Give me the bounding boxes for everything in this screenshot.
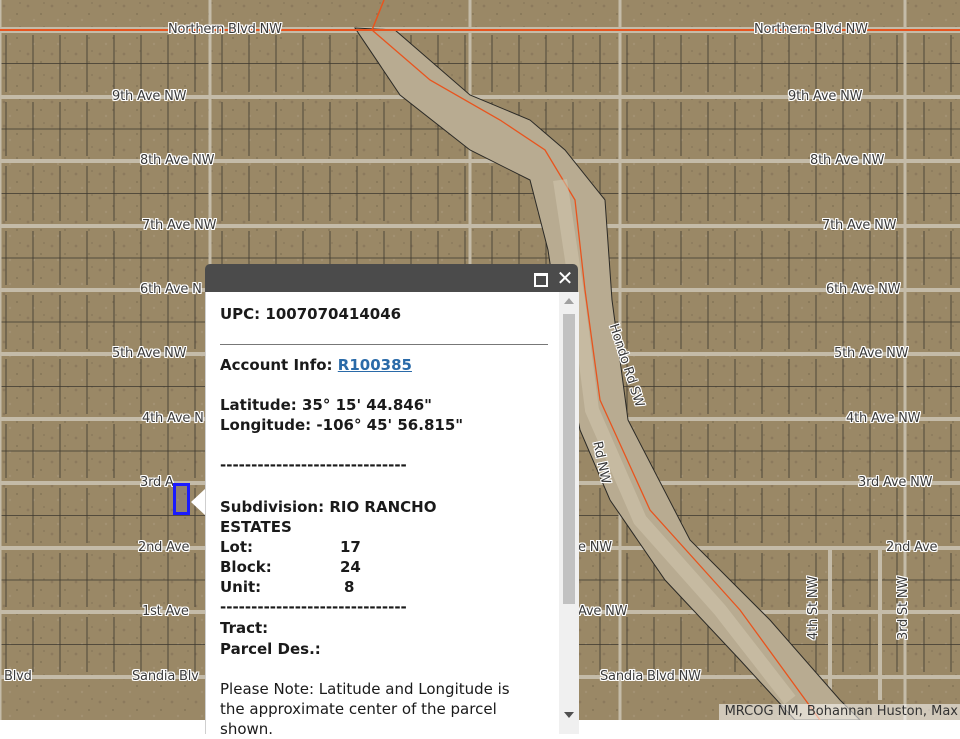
lot-value: 17: [340, 538, 361, 556]
street-label-ave9-right: 9th Ave NW: [788, 89, 863, 104]
subdivision-value-2: ESTATES: [220, 518, 292, 536]
note-line-3: shown.: [220, 720, 274, 738]
street-label-ave3-left: 3rd A: [140, 475, 174, 490]
scroll-up-icon[interactable]: [564, 298, 574, 304]
street-label-ave6-right: 6th Ave NW: [826, 282, 901, 297]
street-label-st4: 4th St NW: [806, 576, 821, 640]
longitude-row: Longitude: -106° 45' 56.815": [220, 415, 463, 435]
street-label-ave2-right: 2nd Ave: [886, 540, 938, 555]
street-label-ave1-mid: Ave NW: [578, 604, 628, 619]
street-label-ave4-right: 4th Ave NW: [846, 411, 921, 426]
street-label-ave5-right: 5th Ave NW: [834, 346, 909, 361]
street-label-ave2-left: 2nd Ave: [138, 540, 190, 555]
upc-row: UPC: 1007070414046: [220, 304, 401, 324]
latitude-value: 35° 15' 44.846": [302, 396, 432, 414]
upc-value: 1007070414046: [265, 305, 402, 323]
subdivision-row: Subdivision: RIO RANCHO: [220, 497, 436, 517]
tract-label: Tract:: [220, 619, 269, 637]
street-label-ave8-right: 8th Ave NW: [810, 153, 885, 168]
subdivision-label: Subdivision:: [220, 498, 325, 516]
street-label-ave2-mid: e NW: [578, 540, 612, 555]
popup-body: UPC: 1007070414046 Account Info: R100385…: [205, 292, 579, 738]
selected-parcel-outline[interactable]: [173, 483, 190, 515]
street-label-ave3-right: 3rd Ave NW: [858, 475, 933, 490]
maximize-icon[interactable]: [531, 269, 549, 287]
lot-label: Lot:: [220, 538, 254, 556]
street-label-ave5-left: 5th Ave NW: [112, 346, 187, 361]
popup-titlebar[interactable]: ✕: [205, 264, 578, 292]
divider-1: ------------------------------: [220, 456, 407, 474]
lot-row: Lot: 17: [220, 537, 361, 557]
street-label-ave7-right: 7th Ave NW: [822, 218, 897, 233]
popup-scrollbar[interactable]: [559, 292, 579, 734]
street-label-st3: 3rd St NW: [896, 575, 911, 640]
block-label: Block:: [220, 558, 272, 576]
account-row: Account Info: R100385: [220, 355, 412, 375]
street-label-ave9-left: 9th Ave NW: [112, 89, 187, 104]
block-value: 24: [340, 558, 361, 576]
parcel-des-label: Parcel Des.:: [220, 640, 321, 658]
account-link[interactable]: R100385: [338, 356, 412, 374]
street-label-ave6-left: 6th Ave N: [140, 282, 202, 297]
street-label-northern-right: Northern Blvd NW: [754, 22, 868, 37]
map-attribution: MRCOG NM, Bohannan Huston, Max: [718, 704, 960, 720]
street-label-sandia-right: Sandia Blvd NW: [600, 669, 701, 684]
latitude-label: Latitude:: [220, 396, 297, 414]
unit-label: Unit:: [220, 578, 262, 596]
street-label-sandia-far-left: Blvd: [4, 669, 32, 684]
street-label-northern-left: Northern Blvd NW: [168, 22, 282, 37]
unit-row: Unit: 8: [220, 577, 354, 597]
longitude-value: -106° 45' 56.815": [316, 416, 464, 434]
street-label-ave8-left: 8th Ave NW: [140, 153, 215, 168]
scroll-down-icon[interactable]: [564, 712, 574, 718]
street-label-ave4-left: 4th Ave N: [142, 411, 204, 426]
account-label: Account Info:: [220, 356, 333, 374]
block-row: Block: 24: [220, 557, 361, 577]
unit-value: 8: [344, 578, 355, 596]
upc-divider: [220, 344, 548, 345]
parcel-info-popup: ✕ UPC: 1007070414046 Account Info: R1003…: [205, 264, 579, 738]
latitude-row: Latitude: 35° 15' 44.846": [220, 395, 432, 415]
street-label-sandia-left: Sandia Blv: [132, 669, 199, 684]
divider-2: ------------------------------: [220, 598, 407, 616]
note-line-2: the approximate center of the parcel: [220, 700, 497, 718]
scroll-thumb[interactable]: [563, 314, 575, 604]
popup-pointer: [191, 488, 206, 516]
subdivision-value-1: RIO RANCHO: [329, 498, 437, 516]
longitude-label: Longitude:: [220, 416, 312, 434]
street-label-ave7-left: 7th Ave NW: [142, 218, 217, 233]
note-line-1: Please Note: Latitude and Longitude is: [220, 680, 510, 698]
upc-label: UPC:: [220, 305, 261, 323]
close-icon[interactable]: ✕: [555, 268, 575, 288]
street-label-ave1-left: 1st Ave: [142, 604, 189, 619]
